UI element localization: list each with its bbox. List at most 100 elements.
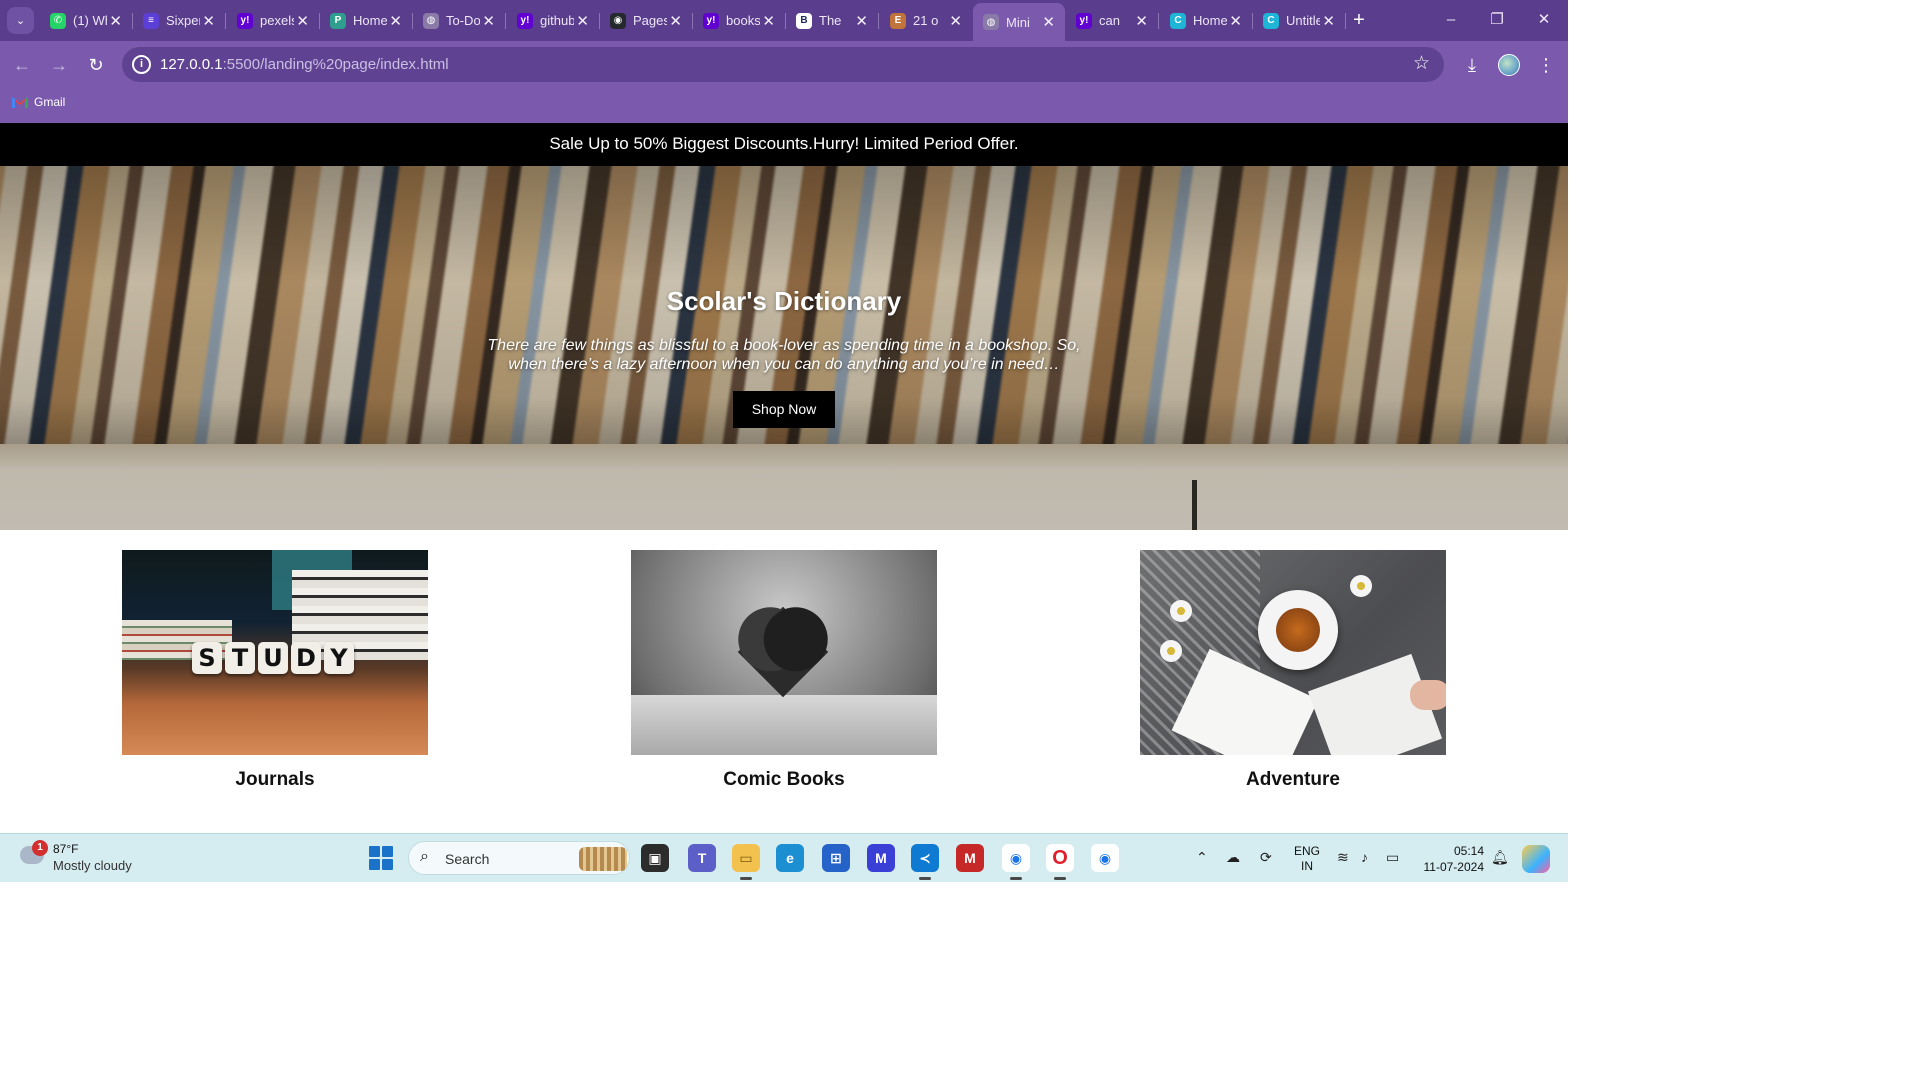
tray-chevron-up-icon[interactable]: ⌃ bbox=[1196, 849, 1208, 866]
tab-close-icon[interactable]: ✕ bbox=[762, 12, 775, 30]
menu-kebab-icon[interactable]: ⋮ bbox=[1534, 53, 1558, 77]
github-icon: ◉ bbox=[610, 12, 626, 29]
tab-close-icon[interactable]: ✕ bbox=[576, 12, 589, 30]
browser-tab[interactable]: P Home ✕ bbox=[320, 5, 413, 36]
app-m-icon[interactable]: M bbox=[867, 844, 895, 872]
category-card-comic-books[interactable]: Comic Books bbox=[631, 550, 937, 791]
notification-bell-icon[interactable]: 🔔︎ bbox=[1491, 849, 1509, 866]
downloads-icon[interactable]: ⤓ bbox=[1460, 53, 1484, 77]
browser-tab[interactable]: C Untitled✕ bbox=[1253, 5, 1346, 36]
bookmark-gmail[interactable]: Gmail bbox=[12, 95, 65, 109]
teams-icon[interactable]: T bbox=[688, 844, 716, 872]
clock[interactable]: 05:14 11-07-2024 bbox=[1418, 843, 1485, 875]
category-card-journals[interactable]: STUDY Journals bbox=[122, 550, 428, 791]
tab-close-icon[interactable]: ✕ bbox=[482, 12, 495, 30]
tab-separator bbox=[1345, 13, 1346, 29]
chrome-profile-icon[interactable]: ◉ bbox=[1091, 844, 1119, 872]
language-code: ENG bbox=[1294, 844, 1321, 858]
chrome-icon[interactable]: ◉ bbox=[1002, 844, 1030, 880]
browser-tab[interactable]: ✆ (1) WhatsApp✕ bbox=[40, 5, 133, 36]
tab-title: books bbox=[726, 13, 760, 28]
back-button[interactable]: ← bbox=[10, 53, 34, 77]
browser-tab[interactable]: y! can ✕ bbox=[1066, 5, 1159, 36]
letter-cube: Y bbox=[324, 642, 354, 674]
browser-tab[interactable]: ≡ Sixpence✕ bbox=[133, 5, 226, 36]
tab-close-icon[interactable]: ✕ bbox=[949, 12, 962, 30]
browser-tab[interactable]: C Home ✕ bbox=[1160, 5, 1253, 36]
tab-close-icon[interactable]: ✕ bbox=[1229, 12, 1242, 30]
weather-temperature: 87°F bbox=[53, 842, 79, 856]
search-label: Search bbox=[445, 851, 490, 867]
language-indicator[interactable]: ENG IN bbox=[1294, 844, 1320, 874]
hero-section: Scolar's Dictionary There are few things… bbox=[0, 166, 1568, 530]
tab-close-icon[interactable]: ✕ bbox=[1322, 12, 1335, 30]
browser-tab[interactable]: B The ✕ bbox=[786, 5, 879, 36]
onedrive-icon[interactable]: ☁ bbox=[1226, 849, 1240, 866]
card-title-journals: Journals bbox=[235, 769, 315, 790]
tab-title: Home bbox=[353, 13, 387, 28]
search-icon: ⌕ bbox=[420, 848, 429, 865]
browser-tab[interactable]: ◉ Pages ✕ bbox=[600, 5, 693, 36]
tab-title: Mini bbox=[1006, 14, 1030, 30]
tab-close-icon[interactable]: ✕ bbox=[109, 12, 122, 30]
windows-logo-square bbox=[382, 846, 393, 857]
taskbar-search[interactable]: ⌕ Search bbox=[408, 841, 630, 875]
tab-close-icon[interactable]: ✕ bbox=[855, 12, 868, 30]
new-tab-button[interactable]: + bbox=[1348, 8, 1370, 32]
yahoo-icon: y! bbox=[703, 12, 719, 29]
tab-search-button[interactable]: ⌄ bbox=[7, 7, 34, 34]
browser-tab[interactable]: ◍ To-Do ✕ bbox=[413, 5, 506, 36]
task-view-icon[interactable]: ▣ bbox=[641, 844, 669, 872]
hero-title: Scolar's Dictionary bbox=[666, 286, 902, 316]
adventure-image bbox=[1140, 550, 1446, 755]
study-letter-cubes: STUDY bbox=[192, 642, 354, 674]
copilot-icon[interactable] bbox=[1522, 845, 1550, 873]
globe-icon: ◍ bbox=[423, 12, 439, 29]
url-path: :5500/landing%20page/index.html bbox=[222, 56, 449, 73]
opera-icon[interactable]: O bbox=[1046, 844, 1074, 880]
search-highlight-art bbox=[579, 847, 627, 871]
forward-button[interactable]: → bbox=[47, 53, 71, 77]
vscode-icon[interactable]: ≺ bbox=[911, 844, 939, 880]
address-bar[interactable]: i 127.0.0.1:5500/landing%20page/index.ht… bbox=[122, 47, 1444, 82]
edge-icon[interactable]: e bbox=[776, 844, 804, 872]
tab-title: 21 o bbox=[913, 13, 939, 28]
tab-close-icon[interactable]: ✕ bbox=[1042, 13, 1055, 31]
reload-button[interactable]: ↻ bbox=[84, 53, 108, 77]
browser-tab[interactable]: y! books ✕ bbox=[693, 5, 786, 36]
site-info-icon[interactable]: i bbox=[132, 55, 151, 74]
tab-close-icon[interactable]: ✕ bbox=[202, 12, 215, 30]
tab-strip: ⌄ ✆(1) WhatsApp✕≡Sixpence✕y!pexels✕PHome… bbox=[0, 0, 1568, 41]
start-button[interactable] bbox=[369, 846, 393, 870]
bootstrap-icon: B bbox=[796, 12, 812, 29]
browser-tab[interactable]: ◍ Mini ✕ bbox=[973, 3, 1065, 41]
tab-separator bbox=[505, 13, 506, 29]
mcafee-icon[interactable]: M bbox=[956, 844, 984, 872]
store-icon[interactable]: ⊞ bbox=[822, 844, 850, 872]
tab-close-icon[interactable]: ✕ bbox=[669, 12, 682, 30]
battery-icon[interactable]: ▭ bbox=[1386, 849, 1399, 866]
adventure-image-tea bbox=[1276, 608, 1320, 652]
restore-button[interactable]: ❐ bbox=[1483, 6, 1511, 34]
url-text[interactable]: 127.0.0.1:5500/landing%20page/index.html bbox=[160, 56, 449, 73]
wifi-icon[interactable]: ≋ bbox=[1337, 849, 1349, 866]
tab-close-icon[interactable]: ✕ bbox=[1135, 12, 1148, 30]
browser-tab[interactable]: E 21 o ✕ bbox=[880, 5, 972, 36]
windows-logo-square bbox=[369, 846, 380, 857]
tab-separator bbox=[878, 13, 879, 29]
file-explorer-icon[interactable]: ▭ bbox=[732, 844, 760, 880]
close-window-button[interactable]: ✕ bbox=[1530, 6, 1558, 34]
bookmark-star-icon[interactable]: ☆ bbox=[1413, 52, 1430, 75]
tab-close-icon[interactable]: ✕ bbox=[296, 12, 309, 30]
yahoo-icon: y! bbox=[237, 12, 253, 29]
shop-now-button[interactable]: Shop Now bbox=[733, 391, 835, 428]
profile-avatar[interactable] bbox=[1498, 54, 1520, 76]
category-card-adventure[interactable]: Adventure bbox=[1140, 550, 1446, 791]
tab-title: pexels bbox=[260, 13, 294, 28]
minimize-button[interactable]: – bbox=[1437, 6, 1465, 34]
browser-tab[interactable]: y! github ✕ bbox=[507, 5, 600, 36]
sync-icon[interactable]: ⟳ bbox=[1260, 849, 1272, 866]
volume-icon[interactable]: ♪ bbox=[1361, 849, 1368, 865]
tab-close-icon[interactable]: ✕ bbox=[389, 12, 402, 30]
browser-tab[interactable]: y! pexels ✕ bbox=[227, 5, 320, 36]
